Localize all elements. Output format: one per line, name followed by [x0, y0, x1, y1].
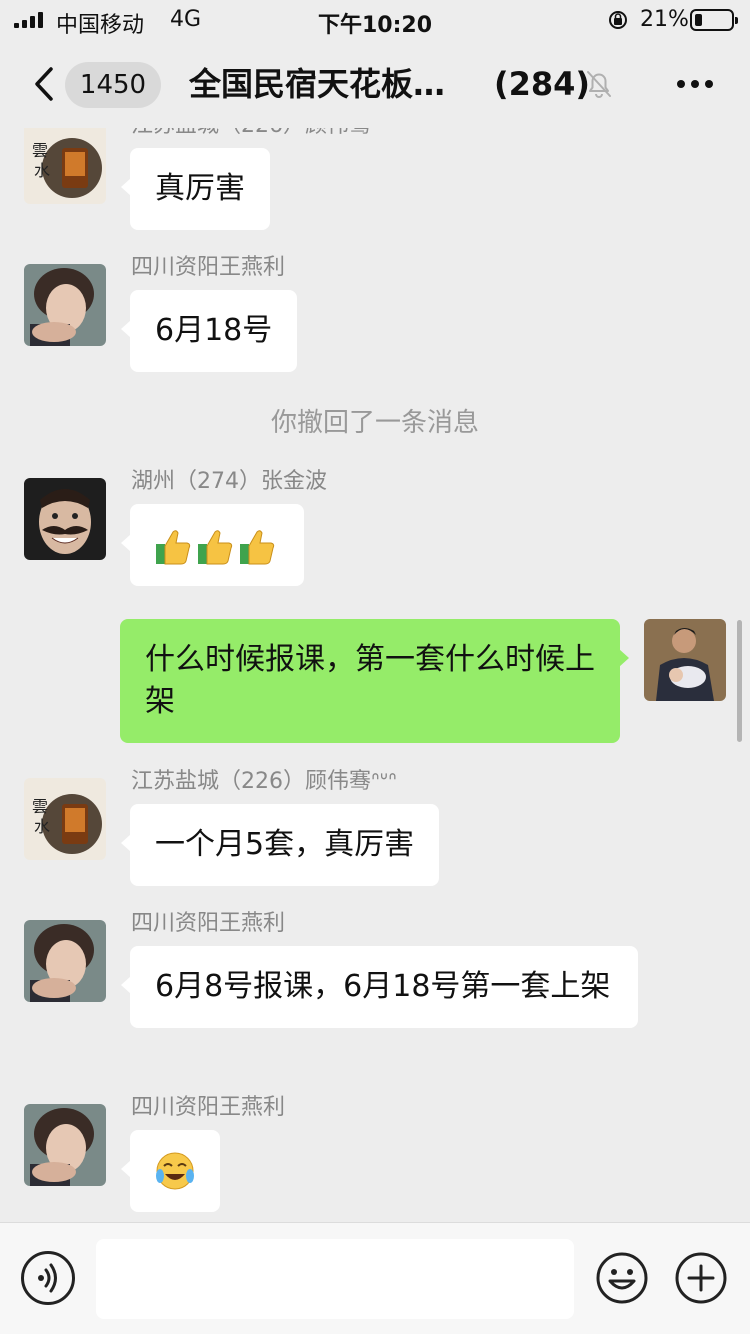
- plus-circle-icon[interactable]: [674, 1251, 728, 1305]
- message-bubble[interactable]: [121, 504, 304, 586]
- message-bubble[interactable]: 真厉害: [121, 148, 270, 230]
- sender-name: 江苏盐城（226）顾伟骞ᐢᐡᐢ: [131, 128, 397, 140]
- avatar-fengshui-image: 雲 水: [24, 128, 106, 204]
- avatar[interactable]: 雲 水: [24, 778, 106, 860]
- svg-text:水: 水: [34, 817, 50, 836]
- avatar[interactable]: 雲 水: [24, 128, 106, 204]
- thumbs-up-emoji: [156, 529, 191, 564]
- chat-header: 1450 全国民宿天花板… (284): [0, 40, 750, 128]
- ellipsis-icon[interactable]: [676, 78, 714, 90]
- sender-name: 四川资阳王燕利: [131, 1095, 286, 1120]
- avatar-woman-photo: [24, 920, 106, 1002]
- crying-laughing-emoji: [156, 1152, 194, 1190]
- chevron-left-icon[interactable]: [32, 66, 56, 102]
- unread-count-badge[interactable]: 1450: [65, 62, 161, 108]
- battery-fill: [695, 14, 702, 26]
- voice-button[interactable]: [21, 1251, 75, 1305]
- svg-text:水: 水: [34, 161, 50, 180]
- battery-icon: [690, 9, 738, 31]
- chat-title: 全国民宿天花板…: [189, 65, 446, 103]
- member-count: (284): [494, 65, 591, 103]
- avatar[interactable]: [24, 1104, 106, 1186]
- sender-name: 湖州（274）张金波: [131, 469, 327, 494]
- smiley-icon[interactable]: [595, 1251, 649, 1305]
- avatar[interactable]: [24, 920, 106, 1002]
- avatar[interactable]: [24, 264, 106, 346]
- sender-name: 四川资阳王燕利: [131, 911, 286, 936]
- status-time: 下午10:20: [317, 13, 433, 38]
- avatar-self[interactable]: [644, 619, 726, 701]
- avatar-man-with-baby: [644, 619, 726, 701]
- svg-text:雲: 雲: [32, 797, 48, 816]
- message-bubble[interactable]: 6月18号: [120, 290, 298, 372]
- scrollbar[interactable]: [737, 620, 742, 742]
- svg-text:雲: 雲: [32, 141, 48, 160]
- sender-name: 江苏盐城（226）顾伟骞ᐢᐡᐢ: [131, 769, 397, 794]
- system-notice: 你撤回了一条消息: [270, 408, 479, 438]
- rotation-lock-icon: [609, 11, 627, 29]
- avatar[interactable]: [24, 478, 106, 560]
- battery-percent: 21%: [640, 7, 689, 32]
- avatar-mustache-man: [24, 478, 106, 560]
- input-toolbar: [0, 1222, 750, 1334]
- avatar-woman-photo: [24, 264, 106, 346]
- message-bubble-self[interactable]: 什么时候报课，第一套什么时候上架: [120, 619, 629, 743]
- message-bubble[interactable]: 一个月5套，真厉害: [120, 804, 440, 886]
- avatar-fengshui-image: 雲 水: [24, 778, 106, 860]
- thumbs-up-emoji: [198, 529, 233, 564]
- thumbs-up-emoji: [240, 529, 275, 564]
- status-bar: 中国移动 4G 下午10:20 21%: [0, 0, 750, 40]
- avatar-woman-photo: [24, 1104, 106, 1186]
- message-bubble[interactable]: 6月8号报课，6月18号第一套上架: [121, 946, 638, 1028]
- chat-message-list[interactable]: 雲 水 江苏盐城（226）顾伟骞ᐢᐡᐢ 真厉害 四川资阳王燕利 6月18号 你撤…: [0, 128, 750, 1222]
- voice-icon: [38, 1263, 57, 1293]
- bell-slash-icon: [587, 71, 611, 98]
- message-bubble[interactable]: [121, 1130, 220, 1212]
- sender-name: 四川资阳王燕利: [131, 255, 286, 280]
- message-input[interactable]: [96, 1239, 574, 1319]
